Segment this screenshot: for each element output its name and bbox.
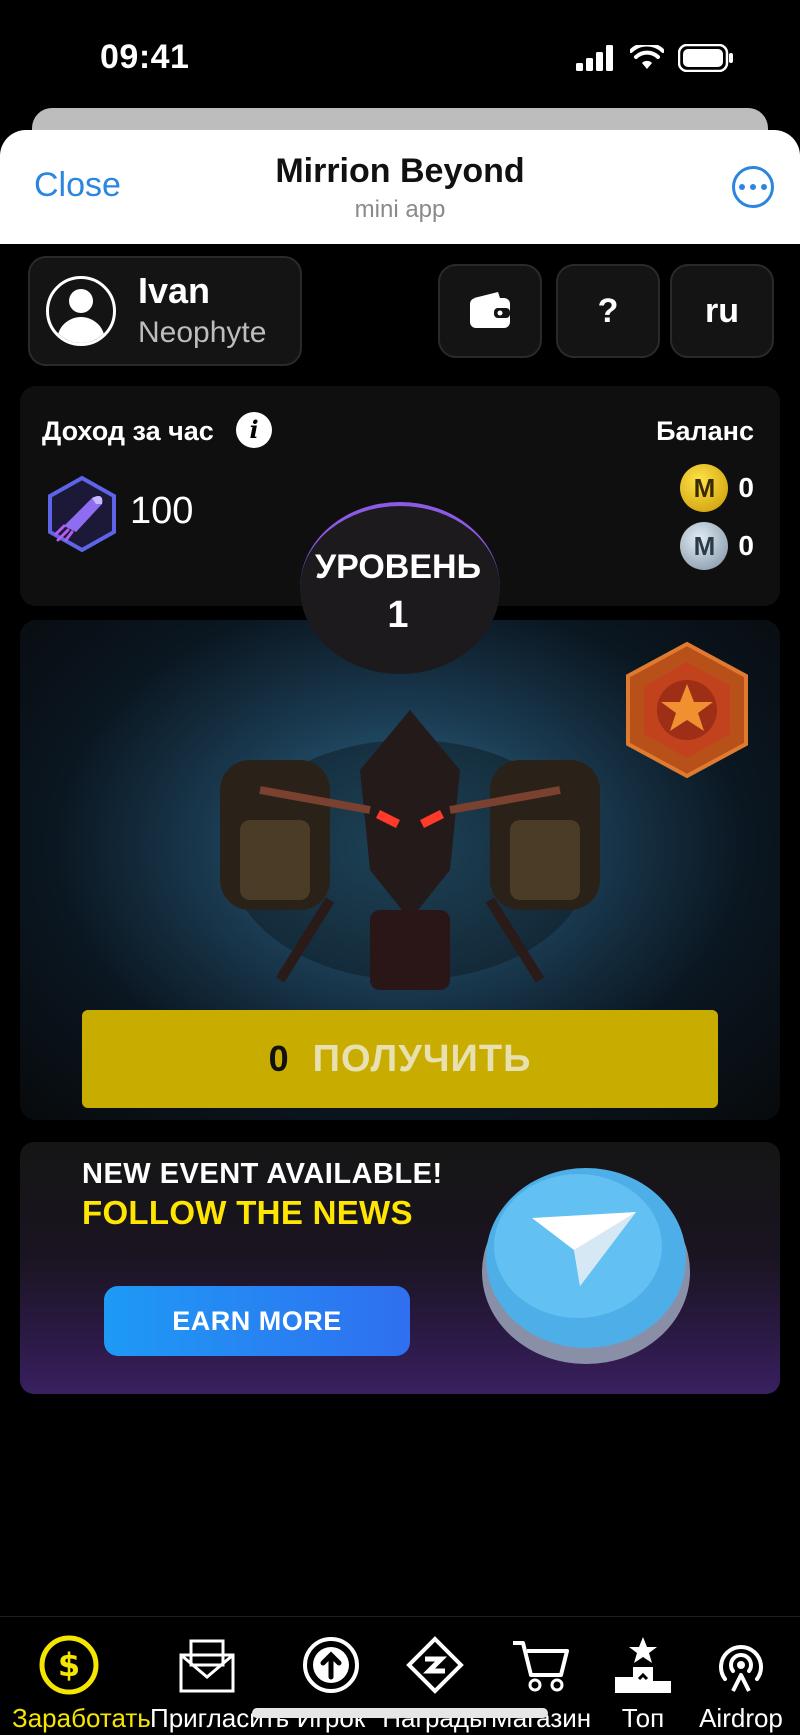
nav-item-rewards[interactable]: Награды <box>378 1635 492 1734</box>
promo-banner[interactable]: NEW EVENT AVAILABLE! FOLLOW THE NEWS EAR… <box>20 1142 780 1394</box>
profile-rank: Neophyte <box>138 316 267 349</box>
avatar-icon <box>46 276 116 346</box>
silver-balance-row: M 0 <box>680 522 754 570</box>
ellipsis-dot <box>761 184 767 190</box>
airdrop-icon <box>719 1645 763 1692</box>
ellipsis-dot <box>739 184 745 190</box>
nav-item-shop[interactable]: Магазин <box>484 1635 598 1734</box>
silver-coin-icon: M <box>680 522 729 570</box>
status-icons <box>576 44 734 72</box>
help-button[interactable]: ? <box>556 264 660 358</box>
status-time: 09:41 <box>100 38 190 76</box>
profile-card[interactable]: Ivan Neophyte <box>28 256 302 366</box>
battery-icon <box>678 44 733 72</box>
svg-text:$: $ <box>58 1646 80 1684</box>
gold-balance-value: 0 <box>738 472 754 503</box>
app-subtitle: mini app <box>354 196 446 223</box>
rocket-hexagon-icon <box>48 475 116 553</box>
home-indicator[interactable] <box>252 1708 548 1718</box>
info-icon[interactable]: i <box>236 412 272 448</box>
avatar-body <box>57 317 105 343</box>
income-value: 100 <box>130 490 194 532</box>
earn-more-button[interactable]: EARN MORE <box>104 1286 410 1356</box>
promo-headline: NEW EVENT AVAILABLE! <box>82 1158 443 1190</box>
promo-subheadline: FOLLOW THE NEWS <box>82 1194 413 1231</box>
nav-label: Топ <box>621 1703 665 1733</box>
wallet-icon <box>470 292 510 328</box>
claim-label: ПОЛУЧИТЬ <box>312 1037 532 1080</box>
cart-icon <box>513 1641 569 1692</box>
gold-coin-icon: M <box>680 464 729 512</box>
signal-icon <box>576 45 613 71</box>
wallet-button[interactable] <box>438 264 542 358</box>
nav-item-top[interactable]: Топ <box>586 1635 700 1734</box>
wifi-icon <box>630 45 664 69</box>
level-badge: УРОВЕНЬ 1 <box>300 502 500 674</box>
ellipsis-dot <box>750 184 756 190</box>
claim-amount: 0 <box>268 1038 289 1079</box>
nav-item-airdrop[interactable]: Airdrop <box>684 1635 798 1734</box>
nav-label: Airdrop <box>699 1703 783 1733</box>
profile-name: Ivan <box>138 270 211 311</box>
reward-diamond-icon <box>406 1636 464 1694</box>
nav-label: Заработать <box>12 1703 151 1733</box>
leaderboard-icon <box>615 1637 671 1693</box>
nav-item-player[interactable]: Игрок <box>274 1635 388 1734</box>
more-options-button[interactable] <box>732 166 774 208</box>
gold-balance-row: M 0 <box>680 464 754 512</box>
claim-button[interactable]: 0 ПОЛУЧИТЬ <box>82 1010 718 1108</box>
rank-star-badge-icon <box>626 641 748 779</box>
telegram-button-icon <box>482 1168 690 1364</box>
level-value: 1 <box>387 594 409 636</box>
mech-robot-icon <box>220 710 600 990</box>
silver-balance-value: 0 <box>738 530 754 561</box>
dollar-coin-icon: $ <box>39 1635 99 1695</box>
envelope-icon <box>179 1639 235 1693</box>
level-label: УРОВЕНЬ <box>314 548 482 586</box>
app-title: Mirrion Beyond <box>275 152 525 190</box>
balance-label: Баланс <box>656 416 754 446</box>
nav-label: Пригласить <box>150 1703 290 1733</box>
avatar-head <box>69 289 93 313</box>
app-header: Close Mirrion Beyond mini app <box>0 130 800 244</box>
nav-item-earn[interactable]: $ Заработать <box>12 1635 151 1734</box>
income-label: Доход за час <box>42 416 214 446</box>
nav-item-invite[interactable]: Пригласить <box>150 1635 290 1734</box>
language-button[interactable]: ru <box>670 264 774 358</box>
arrow-up-circle-icon <box>303 1637 359 1693</box>
